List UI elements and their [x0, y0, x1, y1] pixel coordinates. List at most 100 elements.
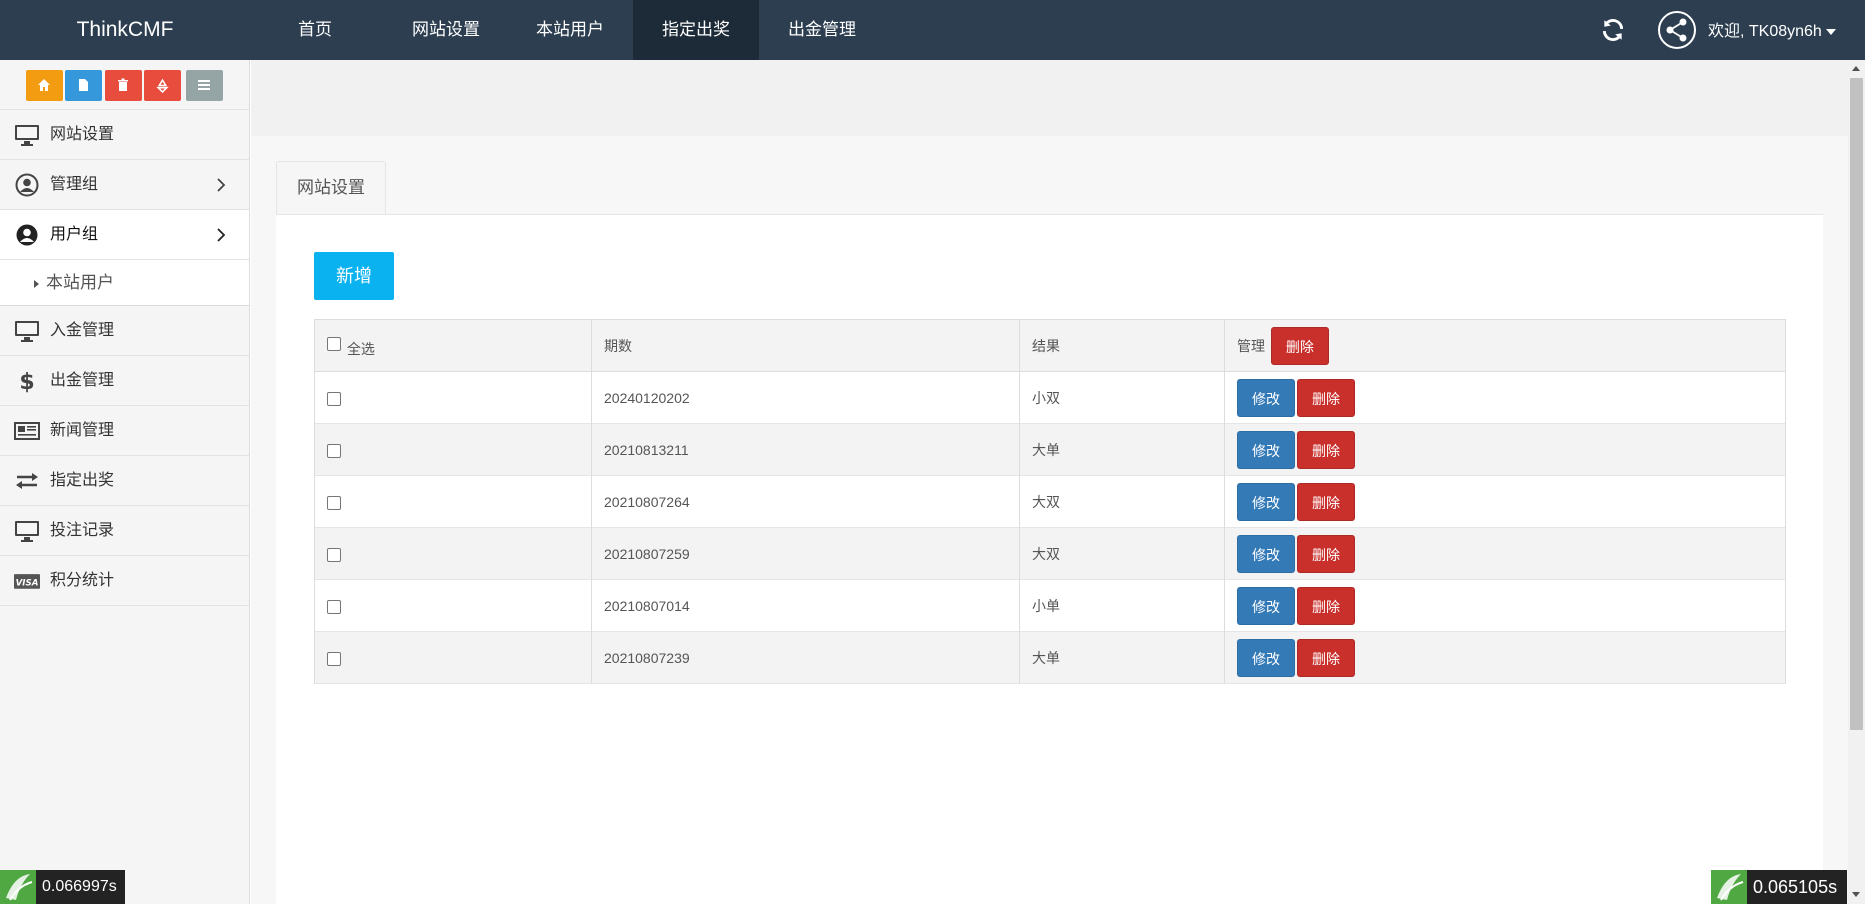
cell-result: 大单: [1019, 631, 1225, 684]
select-all-checkbox[interactable]: [327, 336, 341, 351]
page-scrollbar[interactable]: [1848, 60, 1865, 904]
sidebar-item-points-stats[interactable]: VISA 积分统计: [0, 556, 249, 606]
home-icon: [38, 79, 50, 91]
sidebar-item-user-group[interactable]: 用户组: [0, 210, 249, 260]
shortcut-bar: [0, 60, 249, 110]
trace-time: 0.066997s: [42, 878, 117, 895]
monitor-icon: [15, 125, 39, 146]
trace-timer-right[interactable]: 0.065105s: [1711, 870, 1847, 904]
sidebar-item-deposit[interactable]: 入金管理: [0, 306, 249, 356]
sidebar-item-news[interactable]: 新闻管理: [0, 406, 249, 456]
scroll-up-arrow-icon[interactable]: [1852, 66, 1860, 71]
sidebar-item-bet-records[interactable]: 投注记录: [0, 506, 249, 556]
edit-button[interactable]: 修改: [1237, 638, 1295, 677]
trace-time: 0.065105s: [1753, 877, 1838, 897]
sidebar: 网站设置 管理组 用户组 本站用户 入金管理 $ 出金管理 新闻管理 指定出奖 …: [0, 60, 250, 904]
cell-result: 大单: [1019, 423, 1225, 476]
user-menu[interactable]: 欢迎, TK08yn6h: [1708, 0, 1836, 60]
exchange-icon: [16, 473, 38, 489]
sidebar-item-label: 用户组: [50, 226, 99, 243]
cell-period: 20210807259: [591, 527, 1020, 580]
row-checkbox[interactable]: [327, 651, 341, 666]
delete-button[interactable]: 删除: [1297, 378, 1355, 417]
cell-result: 大双: [1019, 527, 1225, 580]
delete-button[interactable]: 删除: [1297, 430, 1355, 469]
edit-button[interactable]: 修改: [1237, 534, 1295, 573]
sidebar-item-label: 积分统计: [50, 572, 115, 589]
avatar[interactable]: [1658, 11, 1696, 49]
sidebar-item-designated-prize[interactable]: 指定出奖: [0, 456, 249, 506]
scroll-thumb[interactable]: [1850, 78, 1863, 730]
cell-period: 20240120202: [591, 371, 1020, 424]
select-all-label: 全选: [346, 340, 375, 357]
brand-logo[interactable]: ThinkCMF: [0, 0, 250, 60]
main-content: 网站设置 新增 全选 期数 结果 管理 删除 20240120202 小双 修改…: [251, 60, 1848, 904]
sidebar-item-label: 入金管理: [50, 322, 115, 339]
delete-button[interactable]: 删除: [1297, 482, 1355, 521]
home-shortcut-button[interactable]: [26, 70, 63, 101]
sidebar-item-withdrawal[interactable]: $ 出金管理: [0, 356, 249, 406]
sidebar-item-site-settings[interactable]: 网站设置: [0, 110, 249, 160]
edit-button[interactable]: 修改: [1237, 378, 1295, 417]
svg-text:$: $: [19, 370, 34, 393]
nav-designated-prize[interactable]: 指定出奖: [633, 0, 759, 60]
list-shortcut-button[interactable]: [186, 70, 223, 101]
row-checkbox[interactable]: [327, 495, 341, 510]
edit-button[interactable]: 修改: [1237, 482, 1295, 521]
top-navbar: ThinkCMF 首页 网站设置 本站用户 指定出奖 出金管理 欢迎, TK08…: [0, 0, 1865, 60]
chevron-right-icon: [217, 228, 226, 242]
table-row: 20210807264 大双 修改 删除: [314, 475, 1786, 528]
trash-shortcut-button[interactable]: [105, 70, 142, 101]
sidebar-item-label: 出金管理: [50, 372, 115, 389]
cell-result: 大双: [1019, 475, 1225, 528]
sidebar-item-label: 指定出奖: [50, 472, 115, 489]
scroll-down-arrow-icon[interactable]: [1852, 892, 1860, 897]
nav-home[interactable]: 首页: [270, 0, 360, 60]
sidebar-item-label: 网站设置: [50, 126, 115, 143]
thinkphp-logo-icon: [0, 870, 36, 904]
caret-down-icon: [1825, 28, 1836, 35]
header-result: 结果: [1019, 319, 1225, 372]
delete-button[interactable]: 删除: [1297, 586, 1355, 625]
tab-site-settings[interactable]: 网站设置: [276, 161, 386, 215]
visa-icon: VISA: [14, 574, 40, 589]
sidebar-subitem-site-users[interactable]: 本站用户: [0, 260, 249, 306]
caret-right-icon: [34, 280, 39, 288]
row-checkbox[interactable]: [327, 443, 341, 458]
row-checkbox[interactable]: [327, 391, 341, 406]
table-row: 20210807014 小单 修改 删除: [314, 579, 1786, 632]
edit-button[interactable]: 修改: [1237, 430, 1295, 469]
chevron-right-icon: [217, 178, 226, 192]
row-checkbox[interactable]: [327, 599, 341, 614]
refresh-icon[interactable]: [1600, 17, 1626, 43]
monitor-icon: [15, 321, 39, 342]
file-shortcut-button[interactable]: [65, 70, 102, 101]
bulk-delete-button[interactable]: 删除: [1270, 326, 1329, 365]
trash-icon: [118, 78, 128, 91]
trace-timer-left[interactable]: 0.066997s: [0, 870, 125, 904]
sidebar-item-label: 新闻管理: [50, 422, 115, 439]
nav-withdrawal[interactable]: 出金管理: [772, 0, 872, 60]
newspaper-icon: [14, 422, 40, 440]
delete-button[interactable]: 删除: [1297, 638, 1355, 677]
monitor-icon: [15, 521, 39, 542]
delete-button[interactable]: 删除: [1297, 534, 1355, 573]
cell-period: 20210813211: [591, 423, 1020, 476]
header-manage-label: 管理: [1237, 337, 1265, 354]
edit-button[interactable]: 修改: [1237, 586, 1295, 625]
row-checkbox[interactable]: [327, 547, 341, 562]
table-header-row: 全选 期数 结果 管理 删除: [314, 319, 1786, 372]
header-period: 期数: [591, 319, 1020, 372]
sidebar-item-label: 管理组: [50, 176, 99, 193]
sidebar-item-admin-group[interactable]: 管理组: [0, 160, 249, 210]
cell-period: 20210807264: [591, 475, 1020, 528]
user-circle-icon: [15, 173, 39, 197]
share-nodes-icon: [1666, 18, 1687, 42]
dollar-icon: $: [19, 370, 34, 393]
nav-site-users[interactable]: 本站用户: [520, 0, 620, 60]
nav-site-settings[interactable]: 网站设置: [396, 0, 496, 60]
data-table: 全选 期数 结果 管理 删除 20240120202 小双 修改 删除 2021…: [314, 319, 1786, 684]
cell-period: 20210807239: [591, 631, 1020, 684]
add-button[interactable]: 新增: [314, 252, 394, 300]
recycle-shortcut-button[interactable]: [144, 70, 181, 101]
